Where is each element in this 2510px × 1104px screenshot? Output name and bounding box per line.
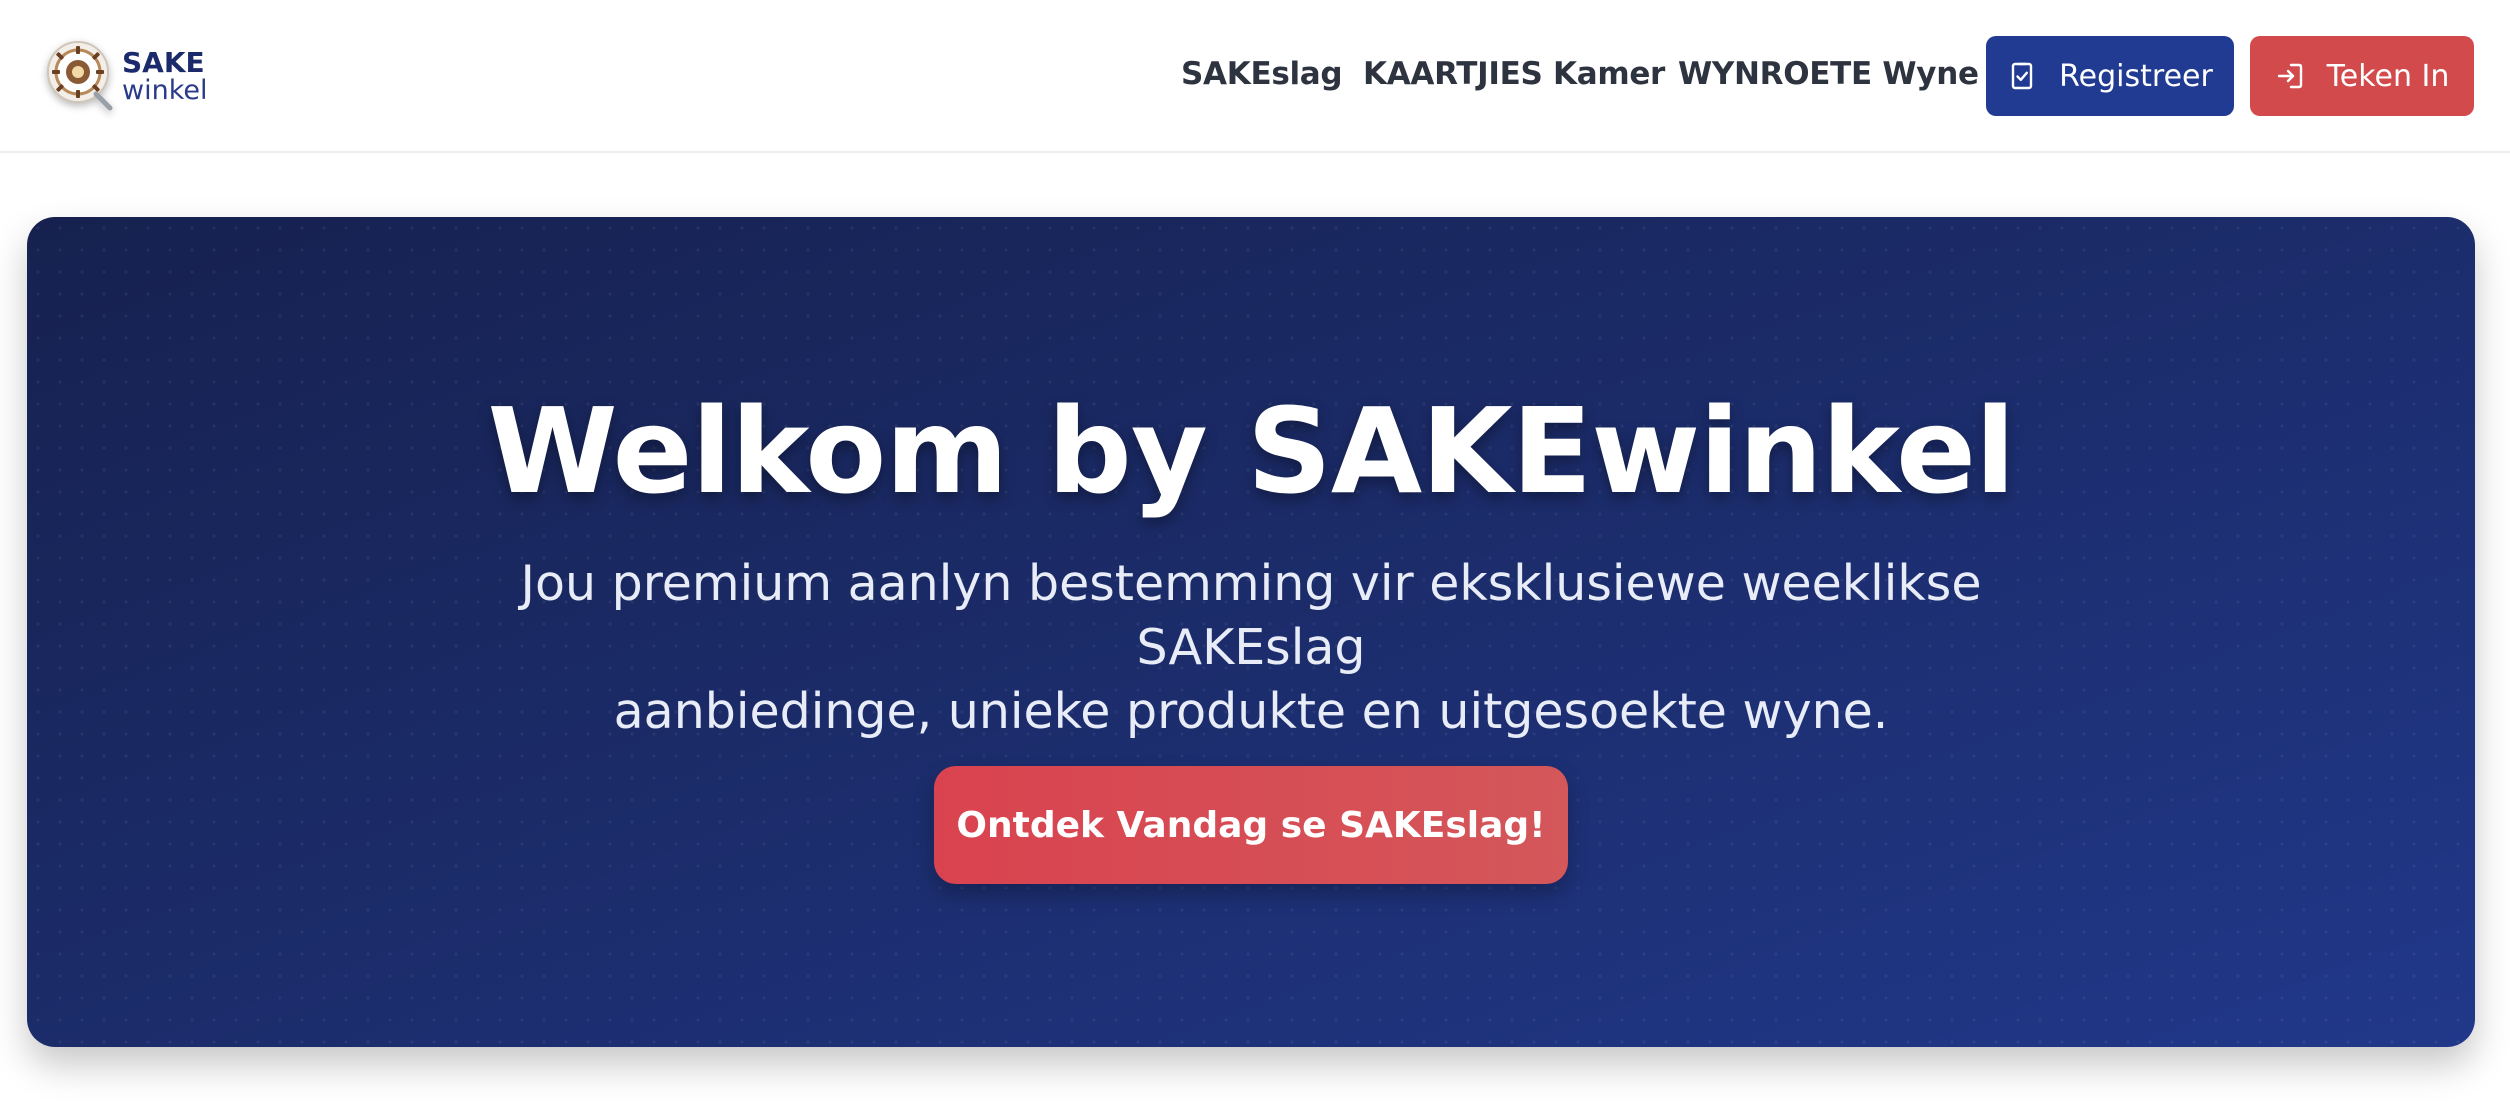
hero-banner: Welkom by SAKEwinkel Jou premium aanlyn … [27,217,2475,1047]
hero-title: Welkom by SAKEwinkel [487,382,2016,520]
site-header: SAKE winkel SAKEslag KAARTJIES Kamer WYN… [0,0,2510,153]
nav-link-sakeslag[interactable]: SAKEslag [1181,56,1343,92]
login-button[interactable]: Teken In [2250,36,2474,116]
clipboard-check-icon [2011,62,2033,90]
hero-subtitle-line-1: Jou premium aanlyn bestemming vir eksklu… [520,555,1982,676]
login-button-label: Teken In [2326,58,2450,94]
nav-link-wynroete-wyne[interactable]: WYNROETE Wyne [1678,56,1979,92]
brand-name-top: SAKE [122,45,205,79]
brand-name-bottom: winkel [122,74,208,106]
sake-winkel-logo-icon [47,41,113,111]
register-button[interactable]: Registreer [1986,36,2234,116]
brand-logo[interactable]: SAKE winkel [44,38,214,114]
hero-subtitle-line-2: aanbiedinge, unieke produkte en uitgesoe… [613,683,1889,740]
brand-wordmark: SAKE winkel [122,45,208,106]
sign-in-icon [2277,63,2302,89]
nav-link-kaartjies-kamer[interactable]: KAARTJIES Kamer [1363,56,1665,92]
register-button-label: Registreer [2059,58,2213,94]
hero-subtitle: Jou premium aanlyn bestemming vir eksklu… [427,552,2075,744]
discover-sakeslag-button[interactable]: Ontdek Vandag se SAKEslag! [934,766,1568,884]
